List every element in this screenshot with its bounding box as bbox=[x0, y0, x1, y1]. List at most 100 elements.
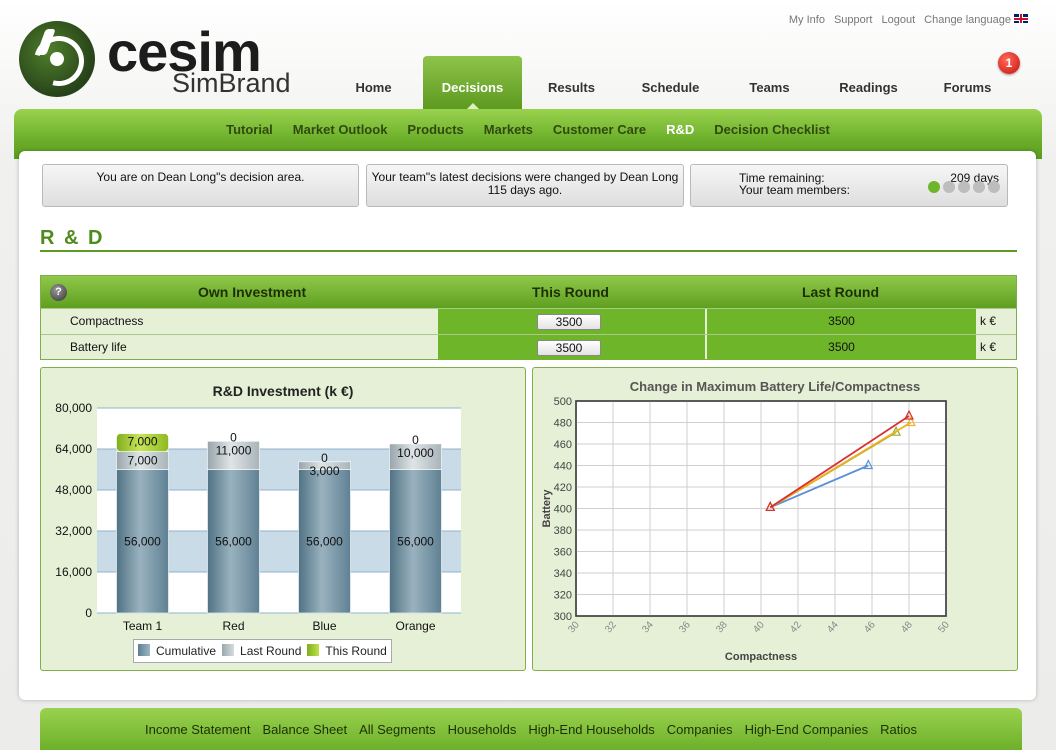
chart-legend: Cumulative Last Round This Round bbox=[133, 639, 392, 663]
y-tick-label: 380 bbox=[554, 525, 572, 537]
subnav-randd[interactable]: R&D bbox=[666, 122, 694, 137]
forum-notification-badge[interactable]: 1 bbox=[998, 52, 1020, 74]
last-change-text: Your team"s latest decisions were change… bbox=[367, 165, 683, 197]
nav-schedule[interactable]: Schedule bbox=[621, 56, 720, 109]
legend-cumulative: Cumulative bbox=[138, 644, 216, 658]
team-member-dot bbox=[943, 181, 955, 193]
y-tick-label: 300 bbox=[554, 611, 572, 623]
y-tick-label: 80,000 bbox=[55, 401, 92, 415]
y-tick-label: 340 bbox=[554, 568, 572, 580]
x-tick-label: 50 bbox=[936, 619, 952, 635]
team-member-dot bbox=[928, 181, 940, 193]
top-links: My Info Support Logout Change language bbox=[789, 14, 1028, 26]
subnav-customer-care[interactable]: Customer Care bbox=[553, 122, 646, 137]
footer-link-high-end-companies[interactable]: High-End Companies bbox=[745, 722, 869, 737]
table-header: ? Own Investment This Round Last Round bbox=[41, 276, 1016, 308]
nav-readings[interactable]: Readings bbox=[819, 56, 918, 109]
footer-link-high-end-households[interactable]: High-End Households bbox=[528, 722, 654, 737]
table-row-compactness: Compactness 3500 k € bbox=[41, 308, 1016, 334]
battery-life-input[interactable] bbox=[537, 340, 601, 356]
last-round-cell: 3500 bbox=[707, 309, 976, 334]
unit-label: k € bbox=[980, 314, 997, 328]
cesim-logo-icon bbox=[19, 21, 95, 97]
this-round-cell bbox=[438, 335, 705, 360]
bar-label-this-round: 0 bbox=[230, 430, 237, 444]
bar-label-this-round: 0 bbox=[321, 451, 328, 465]
subnav-markets[interactable]: Markets bbox=[484, 122, 533, 137]
my-info-link[interactable]: My Info bbox=[789, 14, 825, 26]
y-tick-label: 32,000 bbox=[55, 524, 92, 538]
last-round-value: 3500 bbox=[828, 314, 855, 328]
y-tick-label: 0 bbox=[85, 606, 92, 620]
bar-label-cumulative: 56,000 bbox=[215, 534, 252, 548]
y-tick-label: 480 bbox=[554, 418, 572, 430]
footer-link-ratios[interactable]: Ratios bbox=[880, 722, 917, 737]
bar-label-last-round: 10,000 bbox=[397, 446, 434, 460]
decision-area-box: You are on Dean Long"s decision area. bbox=[42, 164, 359, 207]
row-label: Compactness bbox=[70, 314, 144, 328]
bar-label-this-round: 0 bbox=[412, 433, 419, 447]
y-tick-label: 440 bbox=[554, 461, 572, 473]
y-tick-label: 16,000 bbox=[55, 565, 92, 579]
team-member-dot bbox=[988, 181, 1000, 193]
this-round-cell bbox=[438, 309, 705, 334]
x-tick-label: 34 bbox=[640, 619, 656, 635]
support-link[interactable]: Support bbox=[834, 14, 873, 26]
nav-teams[interactable]: Teams bbox=[720, 56, 819, 109]
y-tick-label: 320 bbox=[554, 590, 572, 602]
bar-label-last-round: 3,000 bbox=[309, 464, 339, 478]
footer-link-balance-sheet[interactable]: Balance Sheet bbox=[263, 722, 348, 737]
time-remaining-box: Time remaining: 209 days Your team membe… bbox=[690, 164, 1008, 207]
compactness-input[interactable] bbox=[537, 314, 601, 330]
bar-label-last-round: 7,000 bbox=[127, 454, 157, 468]
subnav-decision-checklist[interactable]: Decision Checklist bbox=[714, 122, 830, 137]
footer-link-companies[interactable]: Companies bbox=[667, 722, 733, 737]
rd-investment-chart: R&D Investment (k €) 0 16,000 32,000 48,000… bbox=[40, 367, 526, 671]
nav-decisions[interactable]: Decisions bbox=[423, 56, 522, 109]
y-tick-label: 48,000 bbox=[55, 483, 92, 497]
x-category-label: Orange bbox=[395, 619, 435, 633]
x-tick-label: 40 bbox=[751, 619, 767, 635]
x-tick-label: 44 bbox=[825, 619, 841, 635]
nav-home[interactable]: Home bbox=[324, 56, 423, 109]
help-icon[interactable]: ? bbox=[50, 284, 67, 301]
subnav-market-outlook[interactable]: Market Outlook bbox=[293, 122, 388, 137]
x-tick-label: 46 bbox=[862, 619, 878, 635]
footer-link-all-segments[interactable]: All Segments bbox=[359, 722, 436, 737]
line-chart-svg: 30 32 34 36 38 40 42 44 46 48 50300320340360380400… bbox=[541, 396, 952, 663]
team-member-dot bbox=[973, 181, 985, 193]
bar-label-cumulative: 56,000 bbox=[397, 534, 434, 548]
footer-link-households[interactable]: Households bbox=[448, 722, 517, 737]
footer-link-income-statement[interactable]: Income Statement bbox=[145, 722, 251, 737]
y-tick-label: 500 bbox=[554, 396, 572, 408]
sub-nav: Tutorial Market Outlook Products Markets Cus… bbox=[14, 122, 1042, 137]
this-round-swatch-icon bbox=[307, 644, 320, 656]
logout-link[interactable]: Logout bbox=[881, 14, 915, 26]
unit-label: k € bbox=[980, 340, 997, 354]
main-nav: Home Decisions Results Schedule Teams Reading… bbox=[324, 56, 1017, 109]
y-tick-label: 400 bbox=[554, 504, 572, 516]
last-change-line2: 115 days ago. bbox=[487, 183, 563, 197]
change-language-link[interactable]: Change language bbox=[924, 14, 1028, 26]
uk-flag-icon bbox=[1014, 14, 1028, 23]
team-members-indicator bbox=[928, 181, 1000, 193]
x-axis-label: Compactness bbox=[725, 651, 797, 663]
bar-label-cumulative: 56,000 bbox=[124, 534, 161, 548]
footer-nav: Income Statement Balance Sheet All Segment… bbox=[40, 722, 1022, 737]
subnav-tutorial[interactable]: Tutorial bbox=[226, 122, 273, 137]
subnav-products[interactable]: Products bbox=[407, 122, 463, 137]
x-category-label: Team 1 bbox=[123, 619, 163, 633]
page-title: R & D bbox=[40, 227, 105, 249]
legend-label: This Round bbox=[325, 644, 387, 658]
row-label: Battery life bbox=[70, 340, 127, 354]
legend-this-round: This Round bbox=[307, 644, 387, 658]
table-row-battery-life: Battery life 3500 k € bbox=[41, 334, 1016, 360]
last-change-box: Your team"s latest decisions were change… bbox=[366, 164, 684, 207]
x-category-label: Red bbox=[222, 619, 244, 633]
last-round-cell: 3500 bbox=[707, 335, 976, 360]
cumulative-swatch-icon bbox=[138, 644, 150, 656]
legend-label: Cumulative bbox=[156, 644, 217, 658]
nav-results[interactable]: Results bbox=[522, 56, 621, 109]
x-tick-label: 48 bbox=[899, 619, 915, 635]
battery-compactness-chart: Change in Maximum Battery Life/Compactne… bbox=[532, 367, 1018, 671]
